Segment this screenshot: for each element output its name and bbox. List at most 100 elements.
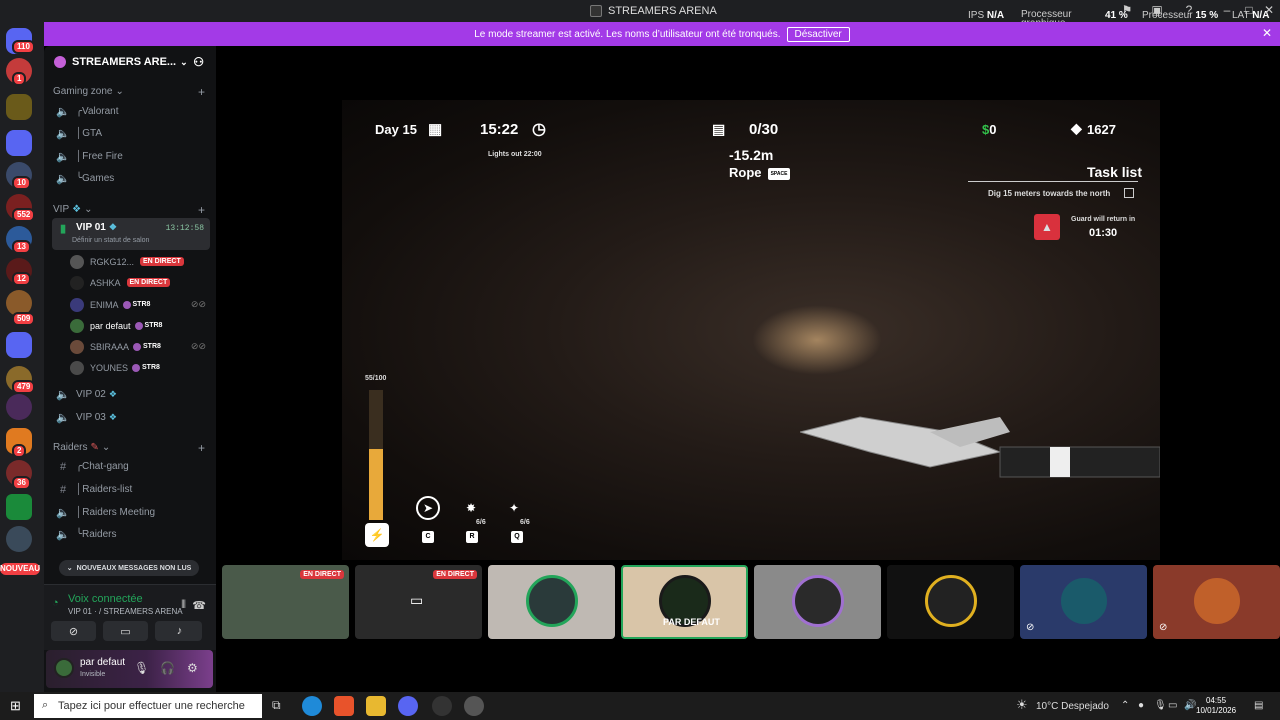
close-icon[interactable]: ✕	[1258, 3, 1280, 17]
settings-gear-icon[interactable]: ⚙	[187, 661, 198, 675]
tray-expand-icon[interactable]: ⌃	[1121, 700, 1129, 711]
speaker-icon: 🔈	[56, 412, 70, 424]
channel-gta[interactable]: 🔈 │GTA	[52, 123, 210, 144]
voice-user[interactable]: par defaut STR8	[70, 315, 210, 336]
brave-icon[interactable]	[334, 696, 354, 716]
voice-user[interactable]: ENIMA STR8 ⊘⊘	[70, 294, 210, 315]
maximize-icon[interactable]: □	[1238, 3, 1260, 17]
server-folder-icon[interactable]	[6, 130, 32, 156]
banner-close-icon[interactable]: ✕	[1262, 26, 1272, 40]
volume-icon[interactable]: 🔊	[1184, 700, 1196, 711]
edge-icon[interactable]	[302, 696, 322, 716]
invite-icon[interactable]: ⚇	[193, 55, 204, 69]
pencil-icon: ✎	[90, 442, 99, 453]
category-vip[interactable]: VIP ❖ ⌄ +	[53, 203, 205, 217]
speaker-icon: 🔈	[56, 151, 70, 163]
participant-tile-speaking[interactable]: PAR DEFAUT	[621, 565, 748, 639]
inbox-icon[interactable]: ⚑	[1116, 3, 1138, 17]
user-panel: par defaut Invisible 🎙 🎧 ⚙	[46, 650, 213, 688]
tray-app-icon[interactable]: ●	[1138, 700, 1144, 711]
avatar	[70, 339, 84, 354]
network-icon[interactable]: ▭	[1168, 700, 1177, 711]
add-channel-icon[interactable]: +	[198, 203, 205, 217]
windows-start-icon[interactable]: ⊞	[10, 698, 21, 714]
participant-tile[interactable]: ⊘	[1020, 565, 1147, 639]
disconnect-icon[interactable]: ☎	[192, 599, 206, 612]
channel-games[interactable]: 🔈 ╰Games	[52, 168, 210, 189]
new-messages-pill[interactable]: ⌄ NOUVEAUX MESSAGES NON LUS	[59, 560, 199, 576]
server-badge: 36	[12, 476, 31, 490]
channel-raiders[interactable]: 🔈 ╰Raiders	[52, 524, 210, 545]
channel-raiders-meeting[interactable]: 🔈 │Raiders Meeting	[52, 502, 210, 523]
server-badge: 13	[12, 240, 31, 254]
participant-tile[interactable]	[887, 565, 1014, 639]
participant-tile[interactable]	[754, 565, 881, 639]
signal-icon[interactable]: ◔	[52, 597, 59, 609]
server-badge: 110	[12, 40, 35, 54]
disable-streamer-button[interactable]: Désactiver	[786, 26, 850, 42]
help-icon[interactable]: ?	[1178, 3, 1200, 17]
participant-tile[interactable]: ⊘	[1153, 565, 1280, 639]
logitech-icon[interactable]	[432, 696, 452, 716]
category-gaming-zone[interactable]: Gaming zone ⌄ +	[53, 85, 205, 99]
chevron-down-icon: ⌄	[66, 565, 73, 572]
server-badge: 10	[12, 176, 31, 190]
screen-icon[interactable]: ▣	[1146, 3, 1168, 17]
username: par defaut	[80, 657, 126, 668]
headphones-icon[interactable]: 🎧	[160, 661, 175, 675]
item-count-1: 6/6	[476, 519, 486, 526]
minimize-icon[interactable]: –	[1216, 3, 1238, 17]
stream-tile[interactable]: EN DIRECT ▭	[355, 565, 482, 639]
discord-icon[interactable]	[398, 696, 418, 716]
weather-text[interactable]: 10°C Despejado	[1036, 701, 1109, 712]
stream-video[interactable]: Day 15 ▦ 15:22 ◷ Lights out 22:00 ▤ 0/30…	[342, 100, 1160, 560]
server-header[interactable]: STREAMERS ARE... ⌄ ⚇	[44, 46, 216, 78]
channel-vip-01[interactable]: ▮ VIP 01 ❖ 13:12:58 Définir un statut de …	[52, 218, 210, 250]
participant-tile[interactable]	[488, 565, 615, 639]
muted-icon: ⊘	[1026, 622, 1035, 633]
gems: 1627	[1087, 122, 1116, 137]
channel-vip-03[interactable]: 🔈 VIP 03 ❖	[52, 407, 210, 428]
server-folder-icon[interactable]	[6, 332, 32, 358]
server-icon[interactable]	[6, 526, 32, 552]
add-channel-icon[interactable]: +	[198, 441, 205, 455]
voice-user[interactable]: YOUNES STR8	[70, 357, 210, 378]
category-raiders[interactable]: Raiders ✎ ⌄ +	[53, 441, 205, 455]
channel-raiders-list[interactable]: # │Raiders-list	[52, 479, 210, 500]
server-icon[interactable]	[6, 94, 32, 120]
task-view-icon[interactable]: ⧉	[272, 698, 281, 713]
add-channel-icon[interactable]: +	[198, 85, 205, 99]
money: $0	[982, 122, 997, 137]
voice-user[interactable]: SBIRAAA STR8 ⊘⊘	[70, 336, 210, 357]
taskbar-clock[interactable]: 04:55 10/01/2026	[1196, 696, 1236, 716]
voice-channel-link[interactable]: VIP 01 · / STREAMERS ARENA	[68, 607, 183, 616]
taskbar-search[interactable]: ⌕ Tapez ici pour effectuer une recherche	[34, 694, 262, 718]
speaker-icon: 🔈	[56, 507, 70, 519]
channel-valorant[interactable]: 🔈 ╭Valorant	[52, 101, 210, 122]
voice-user[interactable]: ASHKA EN DIRECT	[70, 272, 210, 293]
user-status: Invisible	[80, 671, 106, 678]
item-count-2: 6/6	[520, 519, 530, 526]
camera-off-button[interactable]: ⊘	[51, 621, 96, 641]
channel-vip-02[interactable]: 🔈 VIP 02 ❖	[52, 384, 210, 405]
avatar[interactable]	[54, 658, 74, 678]
soundboard-button[interactable]: ♪	[157, 621, 202, 641]
server-icon[interactable]	[6, 394, 32, 420]
microphone-icon[interactable]: 🎙	[134, 661, 149, 675]
channel-status[interactable]: Définir un statut de salon	[72, 237, 149, 244]
ips-stat: IPS N/A	[968, 10, 1005, 21]
stream-tile[interactable]: EN DIRECT	[222, 565, 349, 639]
app-icon[interactable]	[464, 696, 484, 716]
noise-suppression-icon[interactable]: ⦀	[181, 599, 186, 612]
notifications-icon[interactable]: ▤	[1254, 700, 1263, 711]
file-explorer-icon[interactable]	[366, 696, 386, 716]
channel-chat-gang[interactable]: # ╭Chat-gang	[52, 456, 210, 477]
server-icon[interactable]	[6, 494, 32, 520]
speaker-icon: 🔈	[56, 128, 70, 140]
muted-icon: ⊘	[1159, 622, 1168, 633]
microphone-tray-icon[interactable]: 🎙	[1154, 700, 1167, 711]
voice-user[interactable]: RGKG12... EN DIRECT	[70, 251, 210, 272]
channel-free-fire[interactable]: 🔈 │Free Fire	[52, 146, 210, 167]
screen-share-button[interactable]: ▭	[103, 621, 148, 641]
server-badge: 479	[12, 380, 36, 394]
